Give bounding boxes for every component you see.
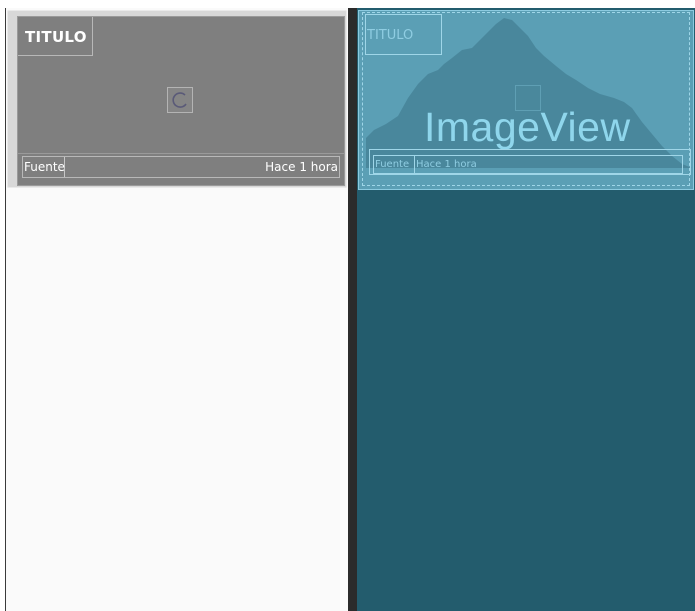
progress-spinner [167,87,193,113]
blueprint-source-label: Fuente [375,159,410,170]
card-divider [18,153,344,154]
source-label: Fuente [24,160,65,174]
source-box[interactable]: Fuente [23,157,65,177]
design-card-container[interactable]: TITULO Fuente Hace 1 hora [7,10,347,188]
blueprint-time-label: Hace 1 hora [416,159,477,170]
news-card-body[interactable]: TITULO Fuente Hace 1 hora [17,16,345,186]
panel-divider[interactable] [348,8,357,611]
blueprint-footer[interactable]: Fuente Hace 1 hora [373,155,683,174]
card-footer[interactable]: Fuente Hace 1 hora [22,156,340,178]
design-left-border [5,8,6,611]
blueprint-imageview-label: ImageView [424,104,631,150]
blueprint-title: TITULO [367,28,414,43]
progress-spinner-icon [172,92,187,108]
card-title: TITULO [25,28,87,46]
blueprint-source-box[interactable]: Fuente [374,156,415,173]
time-label: Hace 1 hora [265,160,338,174]
card-title-box[interactable]: TITULO [18,17,93,56]
news-card[interactable]: TITULO Fuente Hace 1 hora [17,16,347,186]
